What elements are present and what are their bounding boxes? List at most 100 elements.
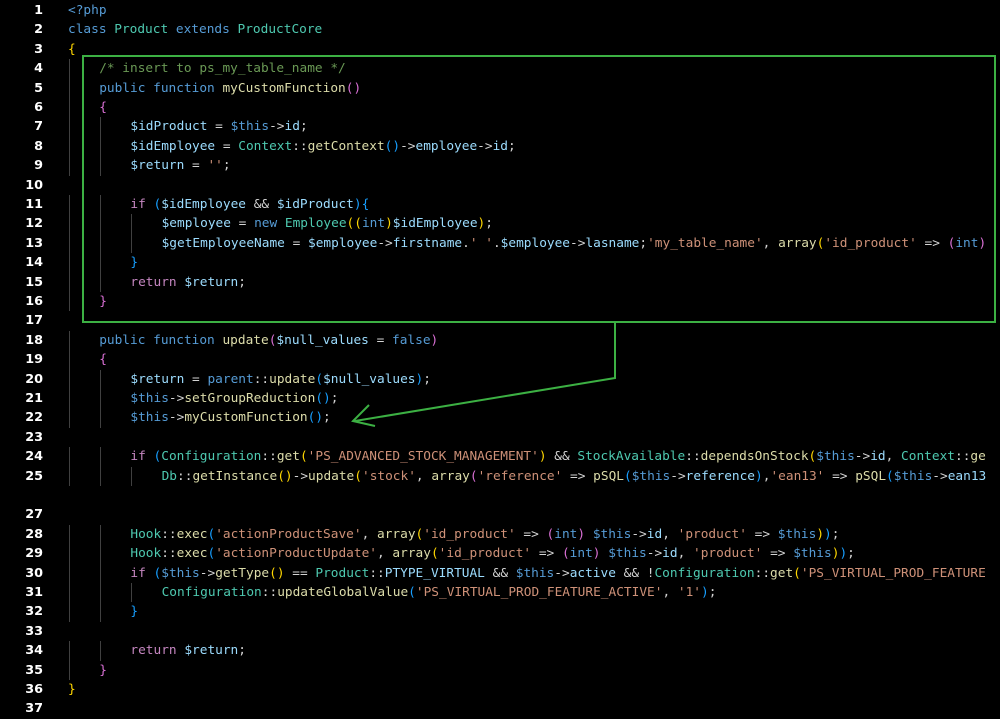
code-token: -> [854,449,871,465]
code-token: -> [932,468,948,484]
code-line[interactable]: 24 if (Configuration::get('PS_ADVANCED_ST… [0,447,1000,467]
code-line[interactable]: 25 Db::getInstance()->update('stock', arr… [0,466,1000,486]
code-token: () [384,138,401,154]
indent-guide [69,660,70,680]
code-text: /* insert to ps_my_table_name */ [99,59,346,78]
code-editor[interactable]: 1 <?php 2 class Product extends ProductCore… [0,0,1000,716]
line-number: 13 [25,235,43,251]
code-token: array [392,546,431,562]
code-line[interactable]: 5 public function myCustomFunction() [0,78,1000,98]
code-token: new [254,216,285,232]
code-line[interactable]: 35} [0,660,1000,680]
line-number: 16 [25,294,43,309]
code-line[interactable]: 2 class Product extends ProductCore [0,20,1000,39]
code-line[interactable]: 4 /* insert to ps_my_table_name */ [0,59,1000,79]
code-line[interactable]: 15 return $return; [0,272,1000,292]
code-token: Context [901,449,955,465]
code-line[interactable]: 32} [0,602,1000,622]
code-token: () [345,80,362,96]
code-token: Configuration [654,565,755,581]
code-token: ; [485,216,493,232]
code-line[interactable]: 30 if ($this->getType() == Product::PTYPE… [0,563,1000,583]
code-token: , [677,546,694,562]
code-token: ; [639,235,648,251]
code-token: = [207,119,231,135]
code-token: ( [408,585,416,600]
indent-guide [100,369,102,389]
code-token: ) [430,332,439,348]
code-token: :: [369,565,385,581]
code-line[interactable]: 10 [0,176,1000,195]
code-line[interactable]: 28 Hook::exec('actionProductSave', array(… [0,524,1000,545]
line-number: 17 [25,313,43,329]
code-token: -> [199,565,216,581]
code-token: ) [755,468,763,484]
code-token: lasname [585,235,640,251]
code-token: { [68,41,76,57]
code-token: } [99,294,107,309]
code-text: { [68,40,76,59]
code-line[interactable]: 16} [0,292,1000,312]
code-token: $employee [161,216,231,232]
code-token: $idEmployee [392,216,478,232]
code-line[interactable]: 3{ [0,40,1000,59]
code-token: -> [400,138,416,154]
code-line[interactable]: 37 [0,699,1000,718]
code-token: if [130,565,154,581]
indent-guide [100,447,102,467]
code-line[interactable]: 27 [0,505,1000,524]
code-token: $idProduct [130,119,208,135]
code-token: ( [886,468,894,484]
code-line[interactable]: 1 <?php [0,1,1000,20]
code-line[interactable]: 7 $idProduct = $this->id; [0,117,1000,137]
code-line[interactable]: 23 [0,428,1000,447]
code-line[interactable]: 14} [0,253,1000,273]
indent-guide [131,466,133,486]
code-token: -> [477,138,493,154]
line-number: 19 [25,352,43,368]
code-line[interactable]: 11 if ($idEmployee && $idProduct){ [0,195,1000,215]
code-line[interactable]: 21 $this->setGroupReduction(); [0,389,1000,409]
code-token: myCustomFunction [222,80,346,96]
code-token: ( [793,565,801,581]
line-number: 20 [25,371,43,387]
code-line[interactable]: 36} [0,680,1000,699]
code-line[interactable]: 17 [0,311,1000,330]
line-number: 15 [25,274,43,290]
code-text: Configuration::updateGlobalValue('PS_VIR… [162,583,717,602]
code-line[interactable]: 20 $return = parent::update($null_values)… [0,369,1000,389]
code-line[interactable]: 31 Configuration::updateGlobalValue('PS_V… [0,583,1000,603]
code-line[interactable]: 22 $this->myCustomFunction(); [0,408,1000,428]
line-number: 3 [34,41,43,57]
indent-guide [69,369,70,389]
code-line[interactable]: 18 public function update($null_values = … [0,330,1000,351]
code-line[interactable]: 19 { [0,350,1000,370]
line-number: 33 [25,623,43,639]
code-line[interactable]: 9 $return = ''; [0,156,1000,176]
code-text: class Product extends ProductCore [68,20,322,39]
code-text: $getEmployeeName = $employee->firstname.… [162,234,987,253]
code-text: $this->myCustomFunction(); [130,408,330,427]
code-token: ' ' [469,235,493,251]
code-line[interactable]: 12 $employee = new Employee((int)$idEmplo… [0,214,1000,234]
code-token: id [870,449,886,465]
code-token: 'product' [677,526,747,542]
code-line[interactable]: 34 return $return; [0,641,1000,661]
code-token: && [245,197,277,212]
code-token: $employee [308,235,378,251]
code-token: exec [176,546,208,562]
code-token: int [955,235,979,251]
line-number: 4 [34,61,43,77]
code-line[interactable]: 8 $idEmployee = Context::getContext()->em… [0,136,1000,157]
code-line[interactable]: 33 [0,622,1000,641]
indent-guide [100,117,102,137]
code-token: 'reference' [477,468,563,484]
code-token: , [376,546,393,562]
indent-guide [100,195,102,215]
code-line[interactable]: 6{ [0,98,1000,118]
code-line[interactable]: 13 $getEmployeeName = $employee->firstnam… [0,233,1000,254]
code-text: public function update($null_values = fa… [99,331,438,350]
code-line[interactable]: 29 Hook::exec ('actionProductUpdate', arra… [0,544,1000,564]
code-token: () [307,410,324,426]
indent-guide [69,98,70,118]
